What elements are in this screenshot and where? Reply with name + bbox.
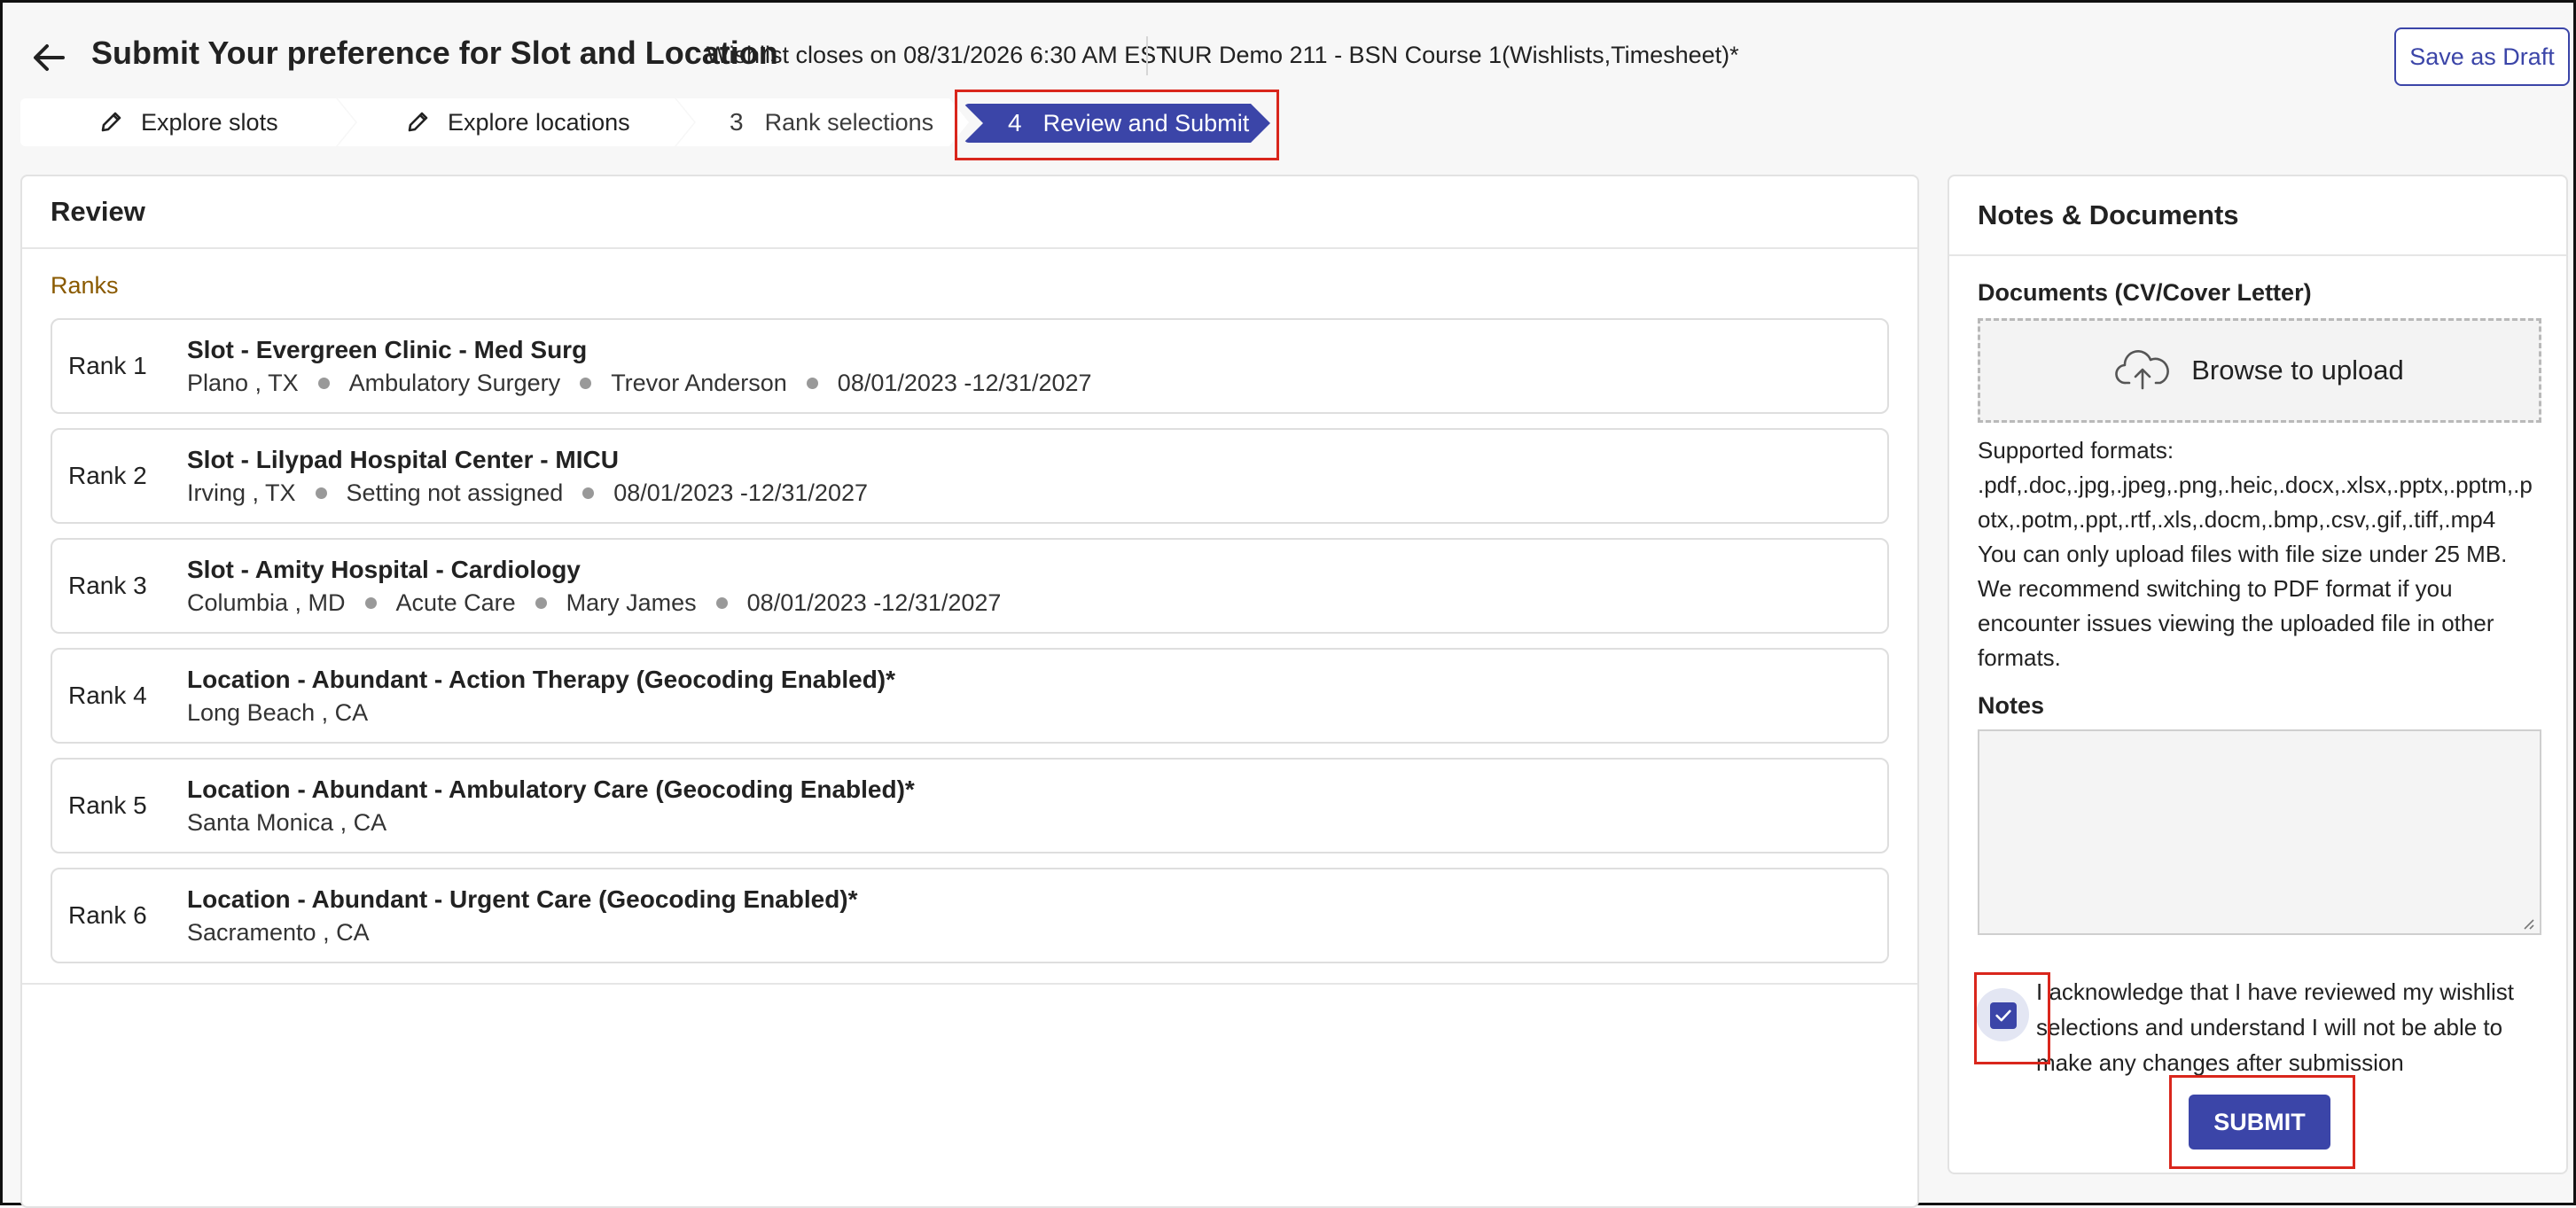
wishlist-close-info: Wishlist closes on 08/31/2026 6:30 AM ES… <box>706 42 1171 68</box>
separator-dot <box>535 597 547 609</box>
rank-card[interactable]: Rank 1 Slot - Evergreen Clinic - Med Surg… <box>51 318 1889 414</box>
back-button[interactable] <box>27 36 70 79</box>
rank-details: Santa Monica , CA <box>187 809 386 837</box>
rank-detail-item: Santa Monica , CA <box>187 809 387 836</box>
rank-title: Slot - Amity Hospital - Cardiology <box>187 556 581 583</box>
rank-detail-item: Setting not assigned <box>346 479 564 506</box>
rank-title: Location - Abundant - Urgent Care (Geoco… <box>187 885 858 913</box>
rank-detail-item: Ambulatory Surgery <box>348 370 561 396</box>
save-as-draft-button[interactable]: Save as Draft <box>2394 27 2570 86</box>
divider <box>1949 254 2566 256</box>
rank-detail-item: Acute Care <box>395 589 516 616</box>
acknowledge-text: I acknowledge that I have reviewed my wi… <box>2036 974 2550 1080</box>
step-explore-locations[interactable]: Explore locations <box>338 98 694 146</box>
upload-label: Browse to upload <box>2191 355 2404 386</box>
documents-label: Documents (CV/Cover Letter) <box>1978 279 2312 306</box>
acknowledge-line: selections and understand I will not be … <box>2036 1014 2503 1040</box>
formats-line: We recommend switching to PDF format if … <box>1978 575 2453 602</box>
rank-details: Irving , TX Setting not assigned 08/01/202… <box>187 479 868 507</box>
step-explore-slots[interactable]: Explore slots <box>20 98 355 146</box>
checkmark-icon <box>1995 1009 2011 1022</box>
notes-label: Notes <box>1978 692 2045 719</box>
rank-details: Sacramento , CA <box>187 919 370 947</box>
step-label: Rank selections <box>764 108 934 136</box>
notes-documents-panel: Notes & Documents Documents (CV/Cover Le… <box>1948 175 2568 1174</box>
rank-number: Rank 1 <box>68 352 147 379</box>
rank-title: Location - Abundant - Action Therapy (Ge… <box>187 666 896 693</box>
pencil-icon <box>405 110 430 135</box>
formats-line: Supported formats: <box>1978 437 2174 464</box>
rank-detail-item: Trevor Anderson <box>611 370 787 396</box>
rank-title: Slot - Evergreen Clinic - Med Surg <box>187 336 588 363</box>
rank-detail-item: Long Beach , CA <box>187 699 369 726</box>
notes-panel-title: Notes & Documents <box>1978 199 2239 230</box>
formats-line: .pdf,.doc,.jpg,.jpeg,.png,.heic,.docx,.x… <box>1978 472 2533 498</box>
divider <box>22 983 1917 985</box>
rank-card[interactable]: Rank 5 Location - Abundant - Ambulatory C… <box>51 758 1889 853</box>
rank-detail-item: Columbia , MD <box>187 589 346 616</box>
step-review-and-submit[interactable]: 4 Review and Submit <box>964 104 1270 143</box>
rank-detail-item: Mary James <box>566 589 697 616</box>
rank-card[interactable]: Rank 6 Location - Abundant - Urgent Care … <box>51 868 1889 963</box>
resize-handle-icon[interactable] <box>2520 916 2534 930</box>
rank-card[interactable]: Rank 4 Location - Abundant - Action Thera… <box>51 648 1889 744</box>
pencil-icon <box>98 110 123 135</box>
rank-detail-item: Irving , TX <box>187 479 296 506</box>
review-panel: Review Ranks Rank 1 Slot - Evergreen Clin… <box>20 175 1919 1208</box>
formats-line: You can only upload files with file size… <box>1978 541 2508 567</box>
page-header: Submit Your preference for Slot and Loca… <box>3 3 2573 109</box>
acknowledge-checkbox[interactable] <box>1990 1002 2017 1029</box>
step-number: 3 <box>730 108 744 136</box>
step-label: Review and Submit <box>1042 109 1250 136</box>
submit-button[interactable]: SUBMIT <box>2189 1095 2330 1150</box>
separator-dot <box>582 487 595 499</box>
notes-textarea[interactable] <box>1978 729 2541 935</box>
arrow-left-icon <box>34 44 65 71</box>
separator-dot <box>806 378 818 389</box>
step-label: Explore slots <box>141 108 278 136</box>
separator-dot <box>715 597 728 609</box>
header-divider <box>1146 36 1148 75</box>
step-number: 4 <box>1008 109 1022 136</box>
rank-detail-item: 08/01/2023 -12/31/2027 <box>746 589 1002 616</box>
formats-line: formats. <box>1978 644 2061 671</box>
rank-card[interactable]: Rank 2 Slot - Lilypad Hospital Center - M… <box>51 428 1889 524</box>
separator-dot <box>364 597 377 609</box>
step-rank-selections[interactable]: 3 Rank selections <box>676 98 969 146</box>
rank-detail-item: Sacramento , CA <box>187 919 370 946</box>
divider <box>22 247 1917 249</box>
cloud-upload-icon <box>2115 350 2170 390</box>
rank-number: Rank 6 <box>68 901 147 929</box>
page-title: Submit Your preference for Slot and Loca… <box>91 35 778 71</box>
acknowledge-line: make any changes after submission <box>2036 1049 2404 1076</box>
formats-line: otx,.potm,.ppt,.rtf,.xls,.docm,.bmp,.csv… <box>1978 506 2496 533</box>
formats-line: encounter issues viewing the uploaded fi… <box>1978 610 2494 636</box>
supported-formats-text: Supported formats: .pdf,.doc,.jpg,.jpeg,… <box>1978 433 2554 675</box>
rank-number: Rank 2 <box>68 462 147 489</box>
rank-number: Rank 5 <box>68 791 147 819</box>
rank-details: Long Beach , CA <box>187 699 368 727</box>
review-title: Review <box>51 196 145 227</box>
separator-dot <box>317 378 330 389</box>
upload-dropzone[interactable]: Browse to upload <box>1978 318 2541 423</box>
rank-detail-item: 08/01/2023 -12/31/2027 <box>613 479 868 506</box>
step-label: Explore locations <box>448 108 630 136</box>
separator-dot <box>315 487 327 499</box>
course-info: NUR Demo 211 - BSN Course 1(Wishlists,Ti… <box>1160 42 1739 68</box>
separator-dot <box>580 378 592 389</box>
rank-number: Rank 4 <box>68 682 147 709</box>
rank-title: Slot - Lilypad Hospital Center - MICU <box>187 446 619 473</box>
rank-details: Plano , TX Ambulatory Surgery Trevor Ander… <box>187 370 1092 397</box>
rank-title: Location - Abundant - Ambulatory Care (G… <box>187 775 915 803</box>
rank-card[interactable]: Rank 3 Slot - Amity Hospital - Cardiology… <box>51 538 1889 634</box>
rank-number: Rank 3 <box>68 572 147 599</box>
acknowledge-line: I acknowledge that I have reviewed my wi… <box>2036 978 2515 1005</box>
ranks-label: Ranks <box>51 272 119 299</box>
rank-detail-item: 08/01/2023 -12/31/2027 <box>837 370 1092 396</box>
rank-detail-item: Plano , TX <box>187 370 299 396</box>
stepper: Explore slots Explore locations 3 Rank s… <box>20 98 1253 146</box>
rank-details: Columbia , MD Acute Care Mary James 08/01/2… <box>187 589 1001 617</box>
